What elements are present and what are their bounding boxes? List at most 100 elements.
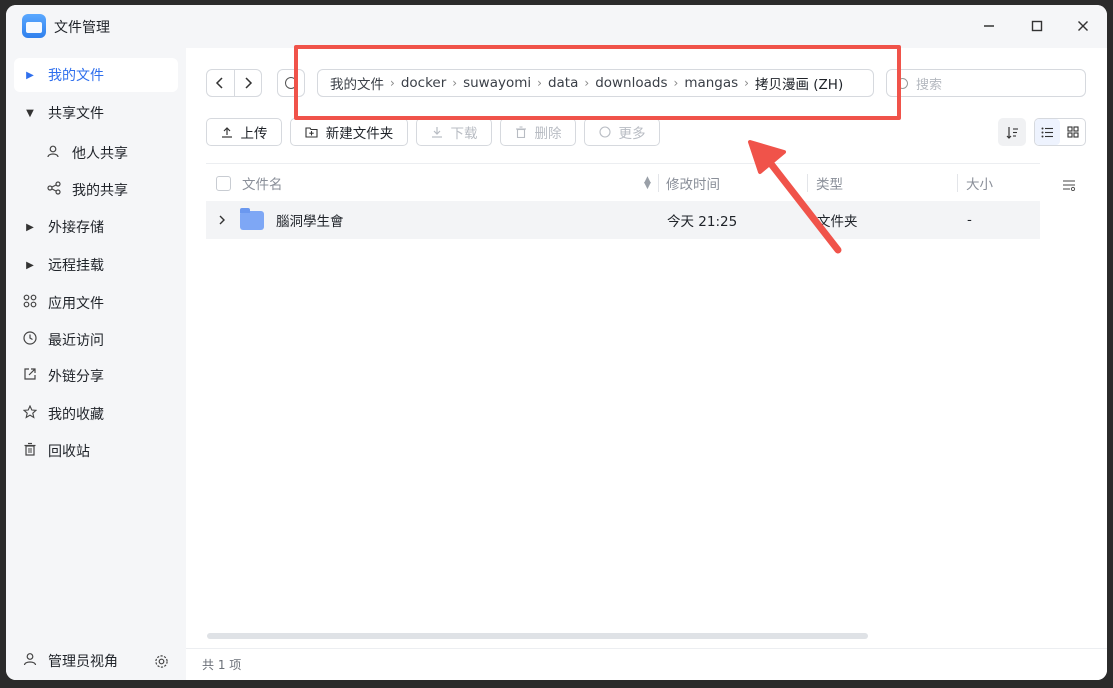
sidebar-item-label: 最近访问 — [48, 333, 104, 349]
sidebar-item-shared-with-me[interactable]: 他人共享 — [14, 136, 178, 170]
column-header-size[interactable]: 大小 — [966, 164, 993, 202]
list-view-button[interactable] — [1035, 119, 1060, 145]
trash-icon — [515, 126, 526, 138]
search-placeholder: 搜索 — [916, 77, 943, 93]
sidebar-item-label: 我的收藏 — [48, 407, 104, 423]
sidebar-item-external-share[interactable]: 外链分享 — [14, 359, 178, 393]
file-name[interactable]: 腦洞學生會 — [276, 201, 344, 239]
download-button[interactable]: 下载 — [416, 118, 492, 146]
grid-view-icon — [1066, 126, 1079, 138]
gear-icon — [154, 654, 168, 668]
history-nav — [206, 69, 262, 97]
table-header: 文件名 ▲ ▼ 修改时间 类型 大小 — [206, 163, 1040, 201]
admin-view-label: 管理员视角 — [48, 654, 118, 670]
list-view-icon — [1041, 127, 1053, 137]
forward-button[interactable] — [233, 70, 262, 96]
sidebar-item-app-files[interactable]: 应用文件 — [14, 286, 178, 320]
chevron-left-icon — [216, 77, 223, 89]
item-count: 共 1 项 — [202, 658, 242, 672]
grid-view-button[interactable] — [1060, 119, 1085, 145]
sidebar-item-my-files[interactable]: ▶ 我的文件 — [14, 58, 178, 92]
folder-icon — [240, 207, 264, 230]
close-button[interactable] — [1072, 15, 1094, 37]
column-settings-button[interactable] — [1062, 179, 1076, 195]
caret-right-icon[interactable]: ▶ — [18, 70, 42, 81]
delete-label: 删除 — [534, 126, 562, 142]
sidebar-item-label: 我的共享 — [72, 183, 128, 199]
sidebar-item-favorites[interactable]: 我的收藏 — [14, 397, 178, 431]
back-button[interactable] — [207, 70, 234, 96]
sidebar-item-label: 我的文件 — [48, 68, 104, 84]
chevron-right-icon — [219, 215, 225, 225]
upload-icon — [221, 127, 232, 138]
external-share-icon — [18, 367, 42, 385]
settings-button[interactable] — [152, 652, 170, 670]
caret-down-icon[interactable]: ▼ — [18, 108, 42, 119]
minimize-icon — [984, 25, 994, 27]
app-title: 文件管理 — [54, 20, 110, 36]
apps-icon — [18, 294, 42, 312]
file-type: 文件夹 — [817, 214, 858, 230]
new-folder-button[interactable]: 新建文件夹 — [290, 118, 408, 146]
caret-right-icon[interactable]: ▶ — [18, 260, 42, 271]
sidebar-item-my-shares[interactable]: 我的共享 — [14, 173, 178, 207]
column-divider[interactable] — [807, 174, 808, 192]
sidebar-item-label: 他人共享 — [72, 146, 128, 162]
delete-button[interactable]: 删除 — [500, 118, 576, 146]
column-header-type[interactable]: 类型 — [816, 164, 843, 202]
upload-label: 上传 — [240, 126, 268, 142]
select-all-checkbox[interactable] — [216, 175, 231, 191]
sidebar-item-label: 外接存储 — [48, 220, 104, 236]
column-header-name[interactable]: 文件名 — [242, 164, 283, 202]
column-divider[interactable] — [658, 174, 659, 192]
share-icon — [42, 181, 66, 199]
sidebar: ▶ 我的文件 ▼ 共享文件 他人共享 我的共享 ▶ 外接存储 ▶ 远程挂载 应用… — [6, 48, 186, 680]
download-icon — [431, 127, 442, 138]
download-label: 下载 — [450, 126, 478, 142]
trash-icon — [18, 442, 42, 460]
admin-icon — [18, 652, 42, 670]
star-icon — [18, 404, 42, 423]
minimize-button[interactable] — [978, 15, 1000, 37]
close-icon — [1078, 21, 1088, 31]
more-label: 更多 — [618, 126, 646, 142]
admin-view-button[interactable]: 管理员视角 — [14, 644, 138, 678]
sidebar-item-trash[interactable]: 回收站 — [14, 434, 178, 468]
column-header-modified[interactable]: 修改时间 — [666, 164, 720, 202]
file-manager-app-icon — [22, 14, 46, 38]
view-toggle — [1034, 118, 1086, 146]
maximize-button[interactable] — [1026, 15, 1048, 37]
new-folder-icon — [305, 127, 318, 138]
column-settings-icon — [1063, 180, 1076, 192]
sidebar-item-label: 远程挂载 — [48, 258, 104, 274]
column-divider[interactable] — [957, 174, 958, 192]
sidebar-item-shared-files[interactable]: ▼ 共享文件 — [14, 96, 178, 130]
maximize-icon — [1031, 20, 1043, 32]
caret-right-icon[interactable]: ▶ — [18, 222, 42, 233]
users-icon — [42, 144, 66, 162]
sidebar-item-remote-mount[interactable]: ▶ 远程挂载 — [14, 248, 178, 282]
table-row[interactable]: 腦洞學生會 今天 21:25 文件夹 - — [206, 201, 1040, 239]
clock-icon — [18, 331, 42, 349]
horizontal-scrollbar[interactable] — [207, 633, 868, 639]
new-folder-label: 新建文件夹 — [325, 126, 394, 142]
sort-button[interactable] — [998, 118, 1026, 146]
status-bar: 共 1 项 — [186, 648, 1107, 680]
search-input[interactable]: 搜索 — [886, 69, 1086, 97]
annotation-highlight-box — [294, 45, 901, 120]
sort-icon — [1006, 126, 1018, 139]
chevron-right-icon — [245, 77, 252, 89]
sidebar-item-label: 应用文件 — [48, 296, 104, 312]
sidebar-item-recent[interactable]: 最近访问 — [14, 323, 178, 357]
file-size: - — [967, 212, 972, 228]
sort-arrows-icon[interactable]: ▲ ▼ — [644, 164, 651, 202]
file-modified: 今天 21:25 — [667, 214, 738, 230]
sidebar-item-label: 回收站 — [48, 444, 90, 460]
main-panel: 我的文件 › docker › suwayomi › data › downloads ›… — [186, 48, 1107, 680]
more-button[interactable]: 更多 — [584, 118, 660, 146]
sidebar-item-external-storage[interactable]: ▶ 外接存储 — [14, 210, 178, 244]
upload-button[interactable]: 上传 — [206, 118, 282, 146]
expand-row-button[interactable] — [218, 201, 226, 239]
more-icon — [598, 126, 611, 138]
sidebar-footer: 管理员视角 — [6, 642, 186, 680]
